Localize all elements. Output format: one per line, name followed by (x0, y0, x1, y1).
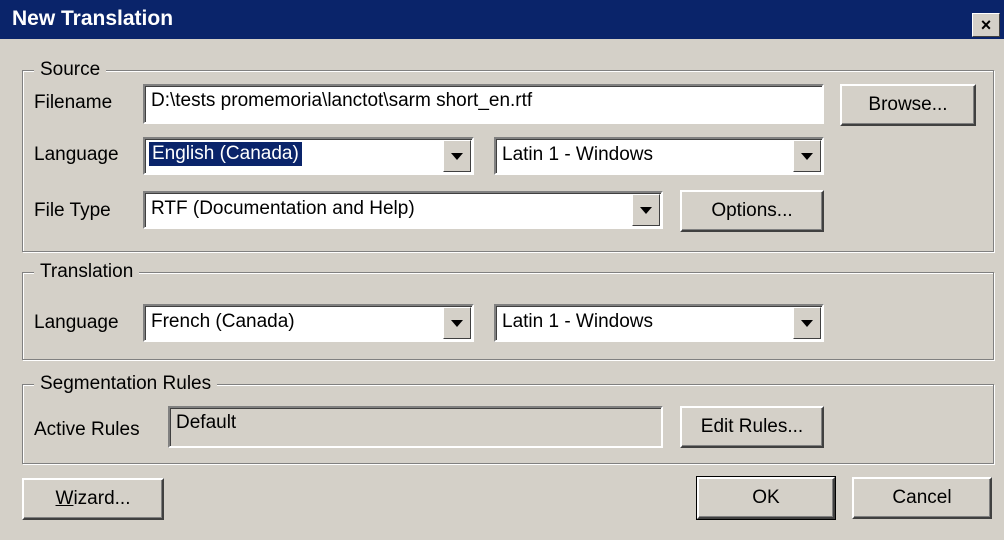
source-encoding-select[interactable]: Latin 1 - Windows (494, 137, 824, 175)
file-type-label: File Type (34, 200, 111, 221)
translation-language-select[interactable]: French (Canada) (143, 304, 474, 342)
file-type-select[interactable]: RTF (Documentation and Help) (143, 191, 663, 229)
source-legend: Source (34, 59, 107, 81)
edit-rules-button[interactable]: Edit Rules... (680, 406, 824, 448)
filename-field[interactable]: D:\tests promemoria\lanctot\sarm short_e… (143, 84, 824, 124)
chevron-down-icon[interactable] (793, 140, 821, 172)
segmentation-legend: Segmentation Rules (34, 373, 218, 395)
options-button[interactable]: Options... (680, 190, 824, 232)
active-rules-field: Default (168, 406, 663, 448)
cancel-button[interactable]: Cancel (852, 477, 992, 519)
chevron-down-icon[interactable] (443, 140, 471, 172)
translation-encoding-value: Latin 1 - Windows (502, 311, 654, 332)
chevron-down-icon[interactable] (443, 307, 471, 339)
source-language-label: Language (34, 144, 119, 165)
close-button[interactable]: × (972, 13, 1000, 37)
source-language-value: English (Canada) (148, 141, 303, 167)
wizard-label: Wizard... (55, 488, 131, 509)
translation-legend: Translation (34, 261, 140, 283)
source-language-select[interactable]: English (Canada) (143, 137, 474, 175)
ok-button[interactable]: OK (696, 476, 836, 520)
translation-encoding-select[interactable]: Latin 1 - Windows (494, 304, 824, 342)
active-rules-label: Active Rules (34, 419, 140, 440)
chevron-down-icon[interactable] (632, 194, 660, 226)
window-title: New Translation (12, 7, 174, 30)
wizard-button[interactable]: Wizard... (22, 478, 164, 520)
file-type-value: RTF (Documentation and Help) (151, 198, 415, 219)
title-bar[interactable]: New Translation × (0, 0, 1004, 39)
chevron-down-icon[interactable] (793, 307, 821, 339)
filename-label: Filename (34, 92, 113, 113)
close-icon: × (980, 15, 992, 35)
browse-button[interactable]: Browse... (840, 84, 976, 126)
source-encoding-value: Latin 1 - Windows (502, 144, 654, 165)
translation-language-value: French (Canada) (151, 311, 295, 332)
translation-language-label: Language (34, 312, 119, 333)
